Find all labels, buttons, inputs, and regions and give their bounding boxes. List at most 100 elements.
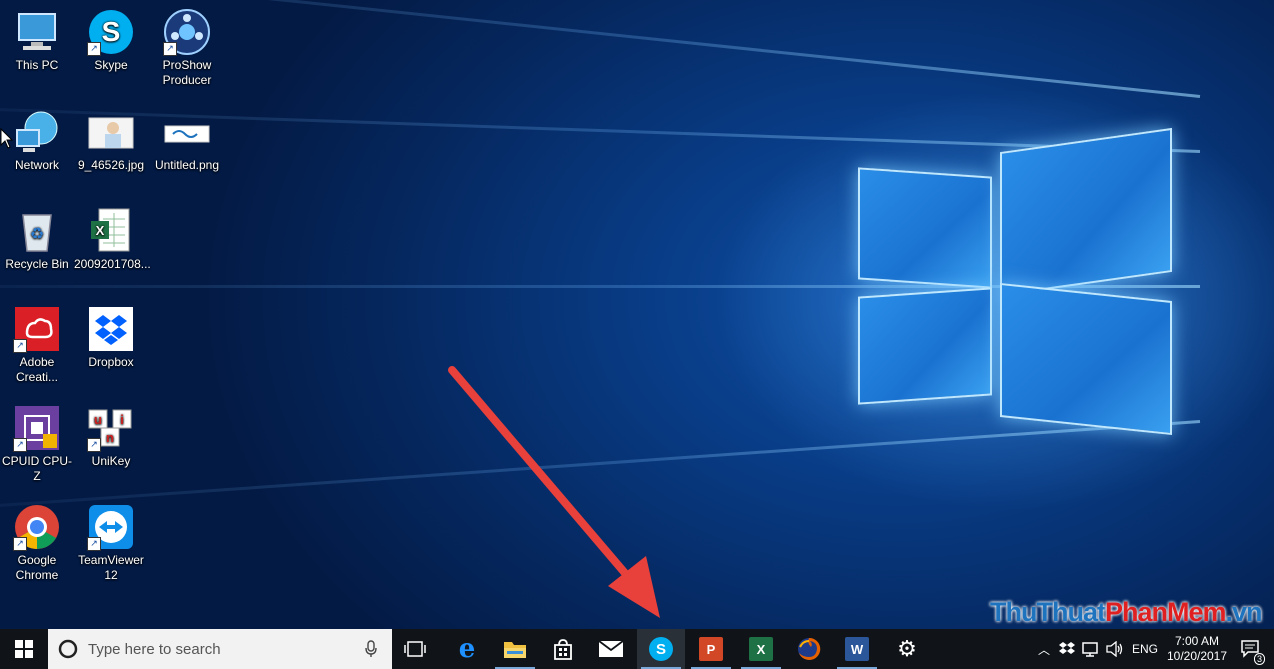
- task-view-icon: [404, 641, 426, 657]
- show-hidden-icons-button[interactable]: ︿: [1034, 629, 1054, 669]
- shortcut-arrow-icon: ↗: [87, 42, 101, 56]
- shortcut-arrow-icon: ↗: [87, 438, 101, 452]
- tray-network[interactable]: [1080, 629, 1102, 669]
- svg-text:X: X: [96, 223, 105, 238]
- desktop-icon-this-pc[interactable]: This PC: [0, 8, 74, 73]
- desktop-icon-label: CPUID CPU-Z: [1, 454, 72, 483]
- taskbar-store[interactable]: [539, 629, 587, 669]
- svg-text:n: n: [106, 430, 114, 445]
- desktop-icon-label: 9_46526.jpg: [77, 158, 145, 172]
- image-file-icon: [163, 108, 211, 156]
- word-icon: W: [845, 637, 869, 661]
- computer-icon: [13, 8, 61, 56]
- taskbar-file-explorer[interactable]: [491, 629, 539, 669]
- taskbar-word[interactable]: W: [833, 629, 881, 669]
- windows-start-icon: [15, 640, 33, 658]
- skype-icon: S ↗: [87, 8, 135, 56]
- cpuz-icon: ↗: [13, 404, 61, 452]
- desktop-icon-image-file[interactable]: 9_46526.jpg: [74, 108, 148, 173]
- desktop-icon-label: Untitled.png: [154, 158, 220, 172]
- desktop-icon-label: Dropbox: [88, 355, 134, 369]
- proshow-icon: ↗: [163, 8, 211, 56]
- svg-text:i: i: [120, 412, 124, 427]
- volume-icon: [1106, 641, 1123, 657]
- search-placeholder: Type here to search: [88, 641, 221, 658]
- desktop-icon-chrome[interactable]: ↗ Google Chrome: [0, 503, 74, 583]
- folder-icon: [504, 642, 526, 658]
- desktop-icon-unikey[interactable]: u i n ↗ UniKey: [74, 404, 148, 469]
- cortana-circle-icon: [58, 639, 78, 659]
- desktop-icon-label: ProShow Producer: [162, 58, 212, 87]
- language-label: ENG: [1131, 642, 1158, 656]
- watermark: ThuThuatPhanMem.vn: [990, 597, 1263, 627]
- taskbar-settings[interactable]: ⚙: [883, 629, 931, 669]
- desktop-icon-label: UniKey: [91, 454, 131, 468]
- teamviewer-icon: ↗: [87, 503, 135, 551]
- clock[interactable]: 7:00 AM 10/20/2017: [1162, 629, 1232, 669]
- image-file-icon: [87, 108, 135, 156]
- gear-icon: ⚙: [897, 636, 917, 661]
- desktop-icon-teamviewer[interactable]: ↗ TeamViewer 12: [74, 503, 148, 583]
- excel-file-icon: X: [87, 207, 135, 255]
- shortcut-arrow-icon: ↗: [87, 537, 101, 551]
- svg-text:♻: ♻: [30, 226, 44, 243]
- desktop-icon-label: Skype: [94, 58, 128, 72]
- network-icon: [1082, 642, 1098, 657]
- skype-icon: S: [649, 637, 673, 661]
- svg-text:S: S: [102, 16, 121, 47]
- desktop-icon-dropbox[interactable]: Dropbox: [74, 305, 148, 370]
- desktop-icon-excel-file[interactable]: X 2009201708...: [74, 207, 151, 272]
- chevron-up-icon: ︿: [1037, 642, 1050, 657]
- input-language-indicator[interactable]: ENG: [1128, 629, 1162, 669]
- start-button[interactable]: [0, 629, 48, 669]
- network-icon: [13, 108, 61, 156]
- taskbar-powerpoint[interactable]: P: [687, 629, 735, 669]
- clock-date: 10/20/2017: [1166, 649, 1228, 663]
- taskbar-skype[interactable]: S: [637, 629, 685, 669]
- desktop-icon-label: Network: [14, 158, 59, 172]
- taskbar-mail[interactable]: [587, 629, 635, 669]
- desktop-icon-adobe-cc[interactable]: ↗ Adobe Creati...: [0, 305, 74, 385]
- notification-count-badge: 3: [1253, 653, 1265, 665]
- desktop-icon-label: Adobe Creati...: [15, 355, 58, 384]
- desktop-icon-untitled-png[interactable]: Untitled.png: [150, 108, 224, 173]
- chrome-icon: ↗: [13, 503, 61, 551]
- shortcut-arrow-icon: ↗: [13, 438, 27, 452]
- taskbar-excel[interactable]: X: [737, 629, 785, 669]
- desktop-icon-label: 2009201708...: [74, 257, 151, 271]
- excel-icon: X: [749, 637, 773, 661]
- desktop-icon-label: TeamViewer 12: [78, 553, 144, 582]
- powerpoint-icon: P: [699, 637, 723, 661]
- taskbar-firefox[interactable]: [785, 629, 833, 669]
- dropbox-icon: [87, 305, 135, 353]
- desktop-icon-skype[interactable]: S ↗ Skype: [74, 8, 148, 73]
- dropbox-icon: [1059, 642, 1075, 654]
- shortcut-arrow-icon: ↗: [13, 339, 27, 353]
- unikey-icon: u i n ↗: [87, 404, 135, 452]
- task-view-button[interactable]: [392, 629, 438, 669]
- shortcut-arrow-icon: ↗: [163, 42, 177, 56]
- tray-dropbox[interactable]: [1056, 629, 1078, 669]
- store-icon: [554, 639, 572, 660]
- desktop-icon-label: Recycle Bin: [5, 257, 69, 271]
- microphone-icon[interactable]: [364, 640, 378, 658]
- clock-time: 7:00 AM: [1174, 634, 1220, 648]
- desktop-icon-recycle-bin[interactable]: ♻ Recycle Bin: [0, 207, 74, 272]
- tray-volume[interactable]: [1104, 629, 1126, 669]
- search-box[interactable]: Type here to search: [48, 629, 392, 669]
- desktop-icon-label: Google Chrome: [15, 553, 59, 582]
- action-center-button[interactable]: 3: [1234, 629, 1268, 669]
- annotation-arrow-icon: [448, 366, 660, 618]
- svg-text:u: u: [94, 412, 102, 427]
- desktop: This PC S ↗ Skype ↗ ProShow Producer Net…: [0, 0, 1274, 629]
- edge-icon: e: [458, 634, 476, 664]
- recycle-bin-icon: ♻: [13, 207, 61, 255]
- shortcut-arrow-icon: ↗: [13, 537, 27, 551]
- mouse-cursor-icon: [0, 128, 14, 149]
- mail-icon: [598, 640, 624, 657]
- adobe-cc-icon: ↗: [13, 305, 61, 353]
- desktop-icon-cpuz[interactable]: ↗ CPUID CPU-Z: [0, 404, 74, 484]
- desktop-icon-proshow[interactable]: ↗ ProShow Producer: [150, 8, 224, 88]
- firefox-icon: [798, 637, 821, 660]
- taskbar-edge[interactable]: e: [443, 629, 491, 669]
